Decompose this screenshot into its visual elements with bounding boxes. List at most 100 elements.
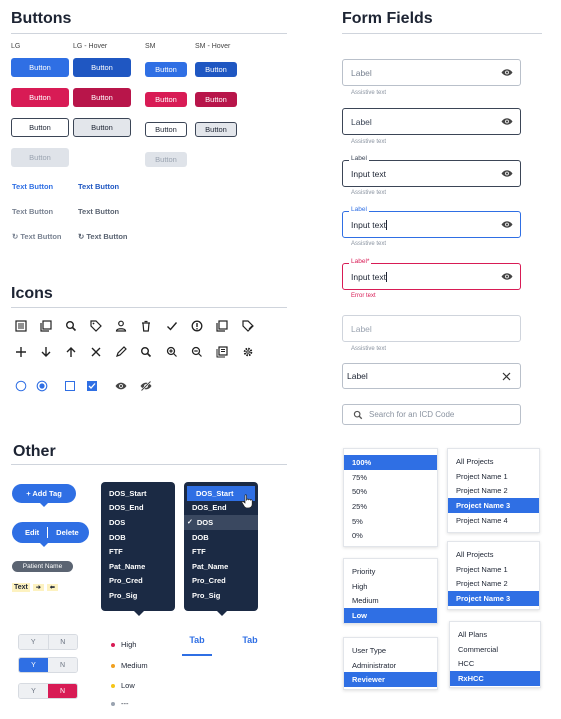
outline-button-lg-hover[interactable]: Button [73,118,131,137]
patient-name-chip[interactable]: Patient Name [12,561,73,572]
icd-search-input[interactable]: Search for an ICD Code [342,404,521,425]
text-button-hover[interactable]: Text Button [78,182,119,191]
menu-item[interactable]: Pat_Name [184,559,258,574]
eye-icon[interactable] [501,272,513,281]
arrow-up-icon[interactable] [65,346,77,358]
menu-item-selected[interactable]: ✓ DOS [184,515,258,530]
text-button-loading[interactable]: ↻ Text Button [12,232,62,241]
menu-item[interactable]: Pat_Name [101,559,175,574]
eye-off-icon[interactable] [140,380,152,392]
no-option-selected[interactable]: N [48,684,77,698]
edit-button[interactable]: Edit [25,528,39,537]
menu-item[interactable]: DOS_Start [101,486,175,501]
dropdown-option[interactable]: Medium [344,593,437,608]
menu-item[interactable]: Pro_Cred [101,574,175,589]
yes-option-selected[interactable]: Y [19,658,48,672]
library-icon[interactable] [216,346,228,358]
gear-icon[interactable] [242,346,254,358]
eye-icon[interactable] [501,68,513,77]
dropdown-option[interactable]: Project Name 4 [448,513,539,528]
dropdown-option-selected[interactable]: Project Name 3 [448,498,539,513]
dropdown-option-selected[interactable]: Low [344,608,437,623]
outline-button-sm-hover[interactable]: Button [195,122,237,137]
tag-edit-icon[interactable] [242,320,254,332]
copy-icon[interactable] [40,320,52,332]
radio-checked-icon[interactable] [36,380,48,392]
dropdown-option[interactable]: 5% [344,514,437,529]
danger-button-sm-hover[interactable]: Button [195,92,237,107]
layers-icon[interactable] [216,320,228,332]
outline-button-sm[interactable]: Button [145,122,187,137]
no-option[interactable]: N [48,658,77,672]
menu-item[interactable]: Pro_Sig [184,588,258,603]
check-icon[interactable] [166,320,178,332]
add-tag-button[interactable]: + Add Tag [12,484,76,503]
clearable-field[interactable]: Label [342,363,521,389]
dropdown-option[interactable]: Administrator [344,658,437,673]
dropdown-option[interactable]: Project Name 1 [448,469,539,484]
eye-icon[interactable] [501,220,513,229]
no-option[interactable]: N [48,635,77,649]
dropdown-option[interactable]: All Projects [448,454,539,469]
menu-item[interactable]: DOS [101,515,175,530]
dropdown-option[interactable]: All Projects [448,547,539,562]
dropdown-option[interactable]: 0% [344,528,437,543]
dropdown-option[interactable]: High [344,579,437,594]
primary-button-lg[interactable]: Button [11,58,69,77]
menu-item[interactable]: DOS_End [101,501,175,516]
text-tag[interactable]: Text [12,583,30,592]
dropdown-option[interactable]: Commercial [450,642,540,657]
trash-icon[interactable] [140,320,152,332]
dropdown-option[interactable]: 25% [344,499,437,514]
text-button[interactable]: Text Button [12,182,53,191]
arrow-down-icon[interactable] [40,346,52,358]
menu-item[interactable]: FTF [101,544,175,559]
text-field-error[interactable]: Input text [342,263,521,290]
dropdown-option[interactable]: Project Name 2 [448,483,539,498]
tag-icon[interactable] [90,320,102,332]
checkbox-checked-icon[interactable] [86,380,98,392]
plus-icon[interactable] [15,346,27,358]
dropdown-option-selected[interactable]: RxHCC [450,671,540,686]
arrow-tag-icon[interactable]: ➔ [32,584,44,591]
dropdown-option-selected[interactable]: Project Name 3 [448,591,539,606]
radio-unchecked-icon[interactable] [15,380,27,392]
dropdown-option[interactable]: 75% [344,470,437,485]
close-icon[interactable] [90,346,102,358]
eye-icon[interactable] [501,117,513,126]
close-icon[interactable] [502,372,511,381]
dropdown-option-selected[interactable]: 100% [344,455,437,470]
text-field-hover[interactable]: Label [342,108,521,135]
tab[interactable]: Tab [237,635,263,645]
text-field-focused[interactable]: Input text [342,211,521,238]
danger-button-lg[interactable]: Button [11,88,69,107]
yes-option[interactable]: Y [19,635,49,649]
zoom-out-icon[interactable] [191,346,203,358]
tab-active[interactable]: Tab [182,635,212,645]
dropdown-option[interactable]: HCC [450,656,540,671]
text-field-empty[interactable]: Label [342,59,521,86]
alert-icon[interactable] [191,320,203,332]
dropdown-option-selected[interactable]: Reviewer [344,672,437,688]
outline-button-lg[interactable]: Button [11,118,69,137]
primary-button-sm[interactable]: Button [145,62,187,77]
text-button-loading-hover[interactable]: ↻ Text Button [78,232,128,241]
primary-button-sm-hover[interactable]: Button [195,62,237,77]
menu-item[interactable]: Pro_Sig [101,588,175,603]
danger-button-sm[interactable]: Button [145,92,187,107]
dropdown-option[interactable]: All Plans [450,627,540,642]
danger-button-lg-hover[interactable]: Button [73,88,131,107]
user-icon[interactable] [115,320,127,332]
pencil-icon[interactable] [115,346,127,358]
dropdown-option[interactable]: Project Name 2 [448,576,539,591]
dropdown-option[interactable]: 50% [344,484,437,499]
menu-item[interactable]: Pro_Cred [184,574,258,589]
checkbox-unchecked-icon[interactable] [64,380,76,392]
search-icon[interactable] [140,346,152,358]
text-field-filled[interactable]: Input text [342,160,521,187]
eye-icon[interactable] [501,169,513,178]
menu-item[interactable]: DOB [101,530,175,545]
arrow-tag-back-icon[interactable]: ⬅ [46,584,58,591]
menu-item[interactable]: DOB [184,530,258,545]
list-icon[interactable] [15,320,27,332]
